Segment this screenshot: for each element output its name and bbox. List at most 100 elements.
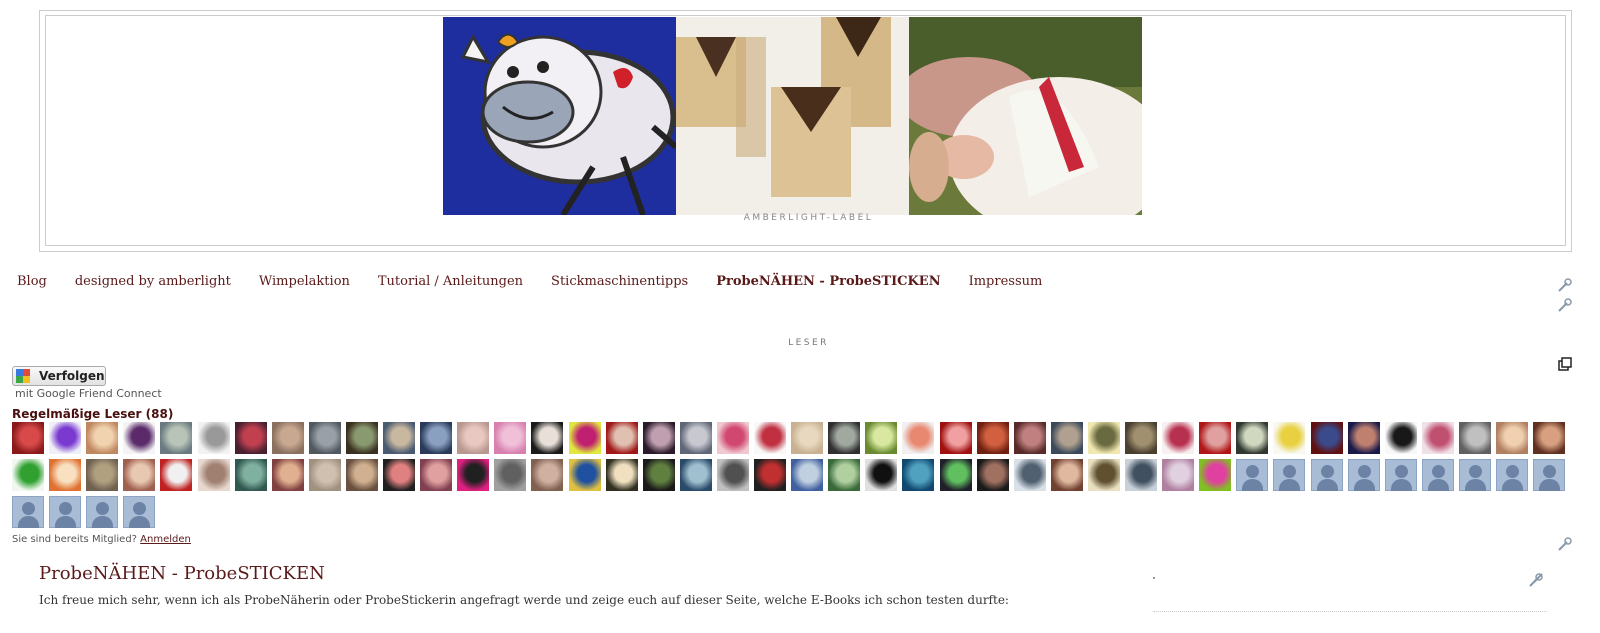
- follower-avatar[interactable]: [1311, 422, 1343, 454]
- follower-avatar[interactable]: [643, 459, 675, 491]
- follow-button[interactable]: Verfolgen: [12, 366, 106, 386]
- follower-avatar[interactable]: [235, 422, 267, 454]
- follower-avatar[interactable]: [1311, 459, 1343, 491]
- follower-avatar[interactable]: [86, 496, 118, 528]
- follower-avatar[interactable]: [49, 459, 81, 491]
- follower-avatar[interactable]: [1496, 422, 1528, 454]
- follower-avatar[interactable]: [494, 422, 526, 454]
- follower-avatar[interactable]: [457, 459, 489, 491]
- follower-avatar[interactable]: [977, 459, 1009, 491]
- follower-avatar[interactable]: [717, 459, 749, 491]
- follower-avatar[interactable]: [49, 496, 81, 528]
- follower-avatar[interactable]: [1273, 422, 1305, 454]
- follower-avatar[interactable]: [680, 422, 712, 454]
- follower-avatar[interactable]: [383, 422, 415, 454]
- follower-avatar[interactable]: [1088, 459, 1120, 491]
- quick-edit-icon-3[interactable]: [1557, 536, 1573, 552]
- follower-avatar[interactable]: [1199, 422, 1231, 454]
- follower-avatar[interactable]: [12, 459, 44, 491]
- follower-avatar[interactable]: [1051, 459, 1083, 491]
- quick-edit-icon-1[interactable]: [1557, 277, 1573, 293]
- follower-avatar[interactable]: [1125, 422, 1157, 454]
- follower-avatar[interactable]: [569, 459, 601, 491]
- edit-wrench-icon[interactable]: [1528, 572, 1544, 588]
- follower-avatar[interactable]: [1533, 422, 1565, 454]
- follower-avatar[interactable]: [1014, 459, 1046, 491]
- follower-avatar[interactable]: [1162, 459, 1194, 491]
- follower-avatar[interactable]: [457, 422, 489, 454]
- nav-item-stickmaschinentipps[interactable]: Stickmaschinentipps: [551, 274, 688, 289]
- login-link[interactable]: Anmelden: [140, 534, 191, 545]
- follower-avatar[interactable]: [865, 422, 897, 454]
- follower-avatar[interactable]: [1273, 459, 1305, 491]
- follower-avatar[interactable]: [902, 459, 934, 491]
- follower-avatar[interactable]: [123, 422, 155, 454]
- follower-avatar[interactable]: [12, 422, 44, 454]
- follower-avatar[interactable]: [198, 422, 230, 454]
- quick-edit-icon-2[interactable]: [1557, 297, 1573, 313]
- follower-avatar[interactable]: [49, 422, 81, 454]
- follower-avatar[interactable]: [86, 422, 118, 454]
- follower-avatar[interactable]: [1348, 459, 1380, 491]
- follower-avatar[interactable]: [272, 422, 304, 454]
- follower-avatar[interactable]: [160, 422, 192, 454]
- follower-avatar[interactable]: [123, 459, 155, 491]
- follower-avatar[interactable]: [1014, 422, 1046, 454]
- follower-avatar[interactable]: [606, 422, 638, 454]
- follower-avatar[interactable]: [1496, 459, 1528, 491]
- nav-item-designed-by-amberlight[interactable]: designed by amberlight: [75, 274, 231, 289]
- header-image-baby[interactable]: [909, 17, 1142, 215]
- follower-avatar[interactable]: [717, 422, 749, 454]
- follower-avatar[interactable]: [1459, 459, 1491, 491]
- follower-avatar[interactable]: [1199, 459, 1231, 491]
- follower-avatar[interactable]: [680, 459, 712, 491]
- follower-avatar[interactable]: [643, 422, 675, 454]
- follower-avatar[interactable]: [1348, 422, 1380, 454]
- follower-avatar[interactable]: [86, 459, 118, 491]
- follower-avatar[interactable]: [1236, 422, 1268, 454]
- follower-avatar[interactable]: [309, 459, 341, 491]
- follower-avatar[interactable]: [1162, 422, 1194, 454]
- follower-avatar[interactable]: [309, 422, 341, 454]
- nav-item-probenaehen[interactable]: ProbeNÄHEN - ProbeSTICKEN: [716, 274, 940, 289]
- follower-avatar[interactable]: [754, 459, 786, 491]
- follower-avatar[interactable]: [420, 422, 452, 454]
- follower-avatar[interactable]: [1088, 422, 1120, 454]
- follower-avatar[interactable]: [494, 459, 526, 491]
- follower-avatar[interactable]: [531, 459, 563, 491]
- follower-avatar[interactable]: [346, 422, 378, 454]
- follower-avatar[interactable]: [1125, 459, 1157, 491]
- follower-avatar[interactable]: [828, 422, 860, 454]
- follower-avatar[interactable]: [383, 459, 415, 491]
- follower-avatar[interactable]: [420, 459, 452, 491]
- follower-avatar[interactable]: [160, 459, 192, 491]
- follower-avatar[interactable]: [198, 459, 230, 491]
- follower-avatar[interactable]: [1385, 422, 1417, 454]
- follower-avatar[interactable]: [791, 459, 823, 491]
- follower-avatar[interactable]: [272, 459, 304, 491]
- header-image-cow[interactable]: [443, 17, 676, 215]
- follower-avatar[interactable]: [235, 459, 267, 491]
- follower-avatar[interactable]: [346, 459, 378, 491]
- nav-item-blog[interactable]: Blog: [17, 274, 47, 289]
- follower-avatar[interactable]: [940, 459, 972, 491]
- follower-avatar[interactable]: [12, 496, 44, 528]
- follower-avatar[interactable]: [940, 422, 972, 454]
- follower-avatar[interactable]: [569, 422, 601, 454]
- follower-avatar[interactable]: [791, 422, 823, 454]
- follower-avatar[interactable]: [754, 422, 786, 454]
- follower-avatar[interactable]: [1385, 459, 1417, 491]
- follower-avatar[interactable]: [865, 459, 897, 491]
- follower-avatar[interactable]: [1236, 459, 1268, 491]
- follower-avatar[interactable]: [902, 422, 934, 454]
- follower-avatar[interactable]: [606, 459, 638, 491]
- follower-avatar[interactable]: [123, 496, 155, 528]
- follower-avatar[interactable]: [1459, 422, 1491, 454]
- follower-avatar[interactable]: [1422, 422, 1454, 454]
- nav-item-tutorial[interactable]: Tutorial / Anleitungen: [378, 274, 523, 289]
- nav-item-impressum[interactable]: Impressum: [969, 274, 1043, 289]
- follower-avatar[interactable]: [1533, 459, 1565, 491]
- follower-avatar[interactable]: [531, 422, 563, 454]
- follower-avatar[interactable]: [1422, 459, 1454, 491]
- popup-window-icon[interactable]: [1557, 357, 1573, 373]
